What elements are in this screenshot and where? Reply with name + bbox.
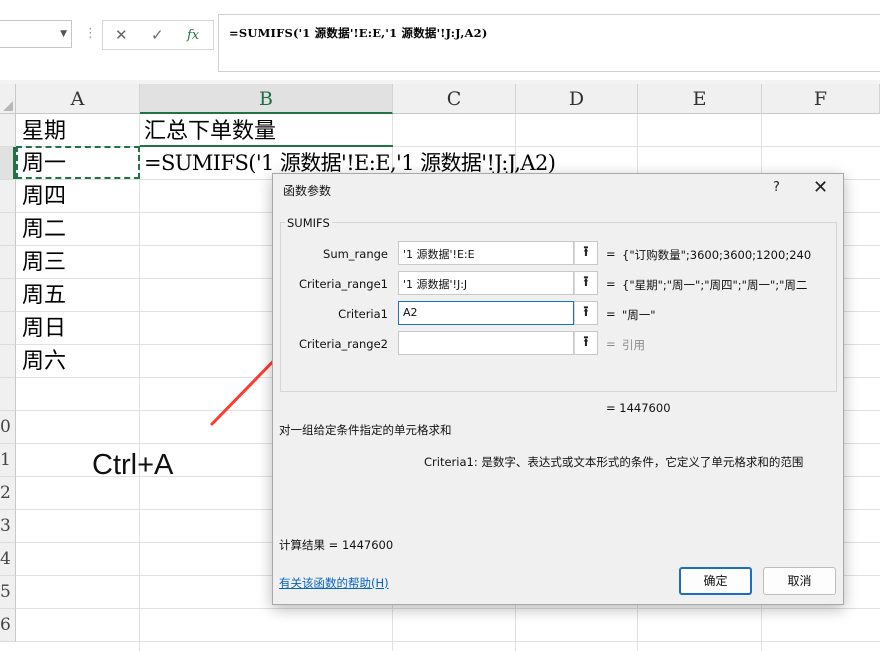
cell-a6[interactable]: 周五 xyxy=(22,279,66,312)
chevron-down-icon[interactable]: ▼ xyxy=(60,29,67,39)
close-icon[interactable]: ✕ xyxy=(115,26,128,44)
criteria-range2-input[interactable] xyxy=(398,331,574,355)
criteria-range1-input[interactable]: '1 源数据'!J:J xyxy=(398,271,574,295)
cell-a5[interactable]: 周三 xyxy=(22,246,66,279)
formula-buttons: ✕ ✓ fx xyxy=(102,20,214,50)
select-all-corner[interactable] xyxy=(0,84,16,114)
arg-label-criteria1: Criteria1 xyxy=(338,307,388,321)
cell-a3[interactable]: 周四 xyxy=(22,180,66,213)
column-header-d[interactable]: D xyxy=(516,84,638,114)
row-header[interactable] xyxy=(0,180,16,213)
row-header[interactable]: 0 xyxy=(0,411,16,444)
arg-label-criteria-range2: Criteria_range2 xyxy=(298,337,388,351)
argument-description: Criteria1: 是数字、表达式或文本形式的条件，它定义了单元格求和的范围 xyxy=(424,455,804,469)
row-header[interactable]: 3 xyxy=(0,510,16,543)
close-icon[interactable]: ✕ xyxy=(813,177,828,198)
insert-function-icon[interactable]: fx xyxy=(187,28,199,43)
arg-result-sum-range: {"订购数量";3600;3600;1200;240 xyxy=(622,248,812,262)
function-arguments-dialog: 函数参数 ? ✕ SUMIFS Sum_range '1 源数据'!E:E ⭱ … xyxy=(272,173,844,605)
equals-sign: = xyxy=(606,277,616,291)
formula-bar-area: ▼ ⋮ ✕ ✓ fx =SUMIFS('1 源数据'!E:E,'1 源数据'!J… xyxy=(0,0,880,84)
column-header-c[interactable]: C xyxy=(393,84,516,114)
function-help-link[interactable]: 有关该函数的帮助(H) xyxy=(279,575,389,591)
function-name: SUMIFS xyxy=(285,216,332,230)
help-icon[interactable]: ? xyxy=(773,180,780,195)
arg-result-criteria-range2: 引用 xyxy=(622,338,645,352)
row-header[interactable]: 1 xyxy=(0,444,16,477)
cell-b1[interactable]: 汇总下单数量 xyxy=(144,115,276,148)
arg-result-criteria1: "周一" xyxy=(622,308,656,322)
column-header-b[interactable]: B xyxy=(140,84,393,114)
arg-result-criteria-range1: {"星期";"周一";"周四";"周一";"周二 xyxy=(622,278,808,292)
collapse-dialog-icon[interactable]: ⭱ xyxy=(574,331,598,355)
column-header-e[interactable]: E xyxy=(638,84,762,114)
collapse-dialog-icon[interactable]: ⭱ xyxy=(574,271,598,295)
gridline xyxy=(16,608,880,609)
gridline xyxy=(139,114,140,651)
more-dots-icon[interactable]: ⋮ xyxy=(84,24,97,44)
cell-a8[interactable]: 周六 xyxy=(22,345,66,378)
cell-a7[interactable]: 周日 xyxy=(22,312,66,345)
column-header-a[interactable]: A xyxy=(16,84,140,114)
arg-label-sum-range: Sum_range xyxy=(323,247,388,261)
row-header[interactable] xyxy=(0,279,16,312)
row-header[interactable]: 2 xyxy=(0,477,16,510)
collapse-dialog-icon[interactable]: ⭱ xyxy=(574,241,598,265)
row-header[interactable] xyxy=(0,378,16,411)
formula-result-preview: = 1447600 xyxy=(606,401,671,415)
check-icon[interactable]: ✓ xyxy=(151,26,164,44)
cell-a4[interactable]: 周二 xyxy=(22,213,66,246)
row-header[interactable]: 6 xyxy=(0,609,16,642)
row-header[interactable]: 4 xyxy=(0,543,16,576)
criteria1-input[interactable]: A2 xyxy=(398,301,574,325)
row-header[interactable] xyxy=(0,114,16,147)
equals-sign: = xyxy=(606,247,616,261)
formula-input[interactable]: =SUMIFS('1 源数据'!E:E,'1 源数据'!J:J,A2) xyxy=(218,14,880,72)
row-header[interactable] xyxy=(0,246,16,279)
function-description: 对一组给定条件指定的单元格求和 xyxy=(279,423,452,437)
cancel-button[interactable]: 取消 xyxy=(763,567,836,595)
column-header-f[interactable]: F xyxy=(762,84,880,114)
ok-button[interactable]: 确定 xyxy=(679,567,752,595)
shortcut-annotation: Ctrl+A xyxy=(92,449,174,481)
calculation-result: 计算结果 = 1447600 xyxy=(279,538,394,552)
arg-label-criteria-range1: Criteria_range1 xyxy=(298,277,388,291)
collapse-dialog-icon[interactable]: ⭱ xyxy=(574,301,598,325)
gridline xyxy=(16,641,880,642)
dialog-title: 函数参数 xyxy=(283,184,332,198)
equals-sign: = xyxy=(606,337,616,351)
row-header[interactable] xyxy=(0,345,16,378)
row-header[interactable]: 5 xyxy=(0,576,16,609)
equals-sign: = xyxy=(606,307,616,321)
row-header[interactable] xyxy=(0,312,16,345)
row-header[interactable] xyxy=(0,213,16,246)
name-box[interactable]: ▼ xyxy=(0,20,72,48)
cell-a1[interactable]: 星期 xyxy=(22,115,66,148)
sum-range-input[interactable]: '1 源数据'!E:E xyxy=(398,241,574,265)
cell-a2[interactable]: 周一 xyxy=(22,147,66,180)
